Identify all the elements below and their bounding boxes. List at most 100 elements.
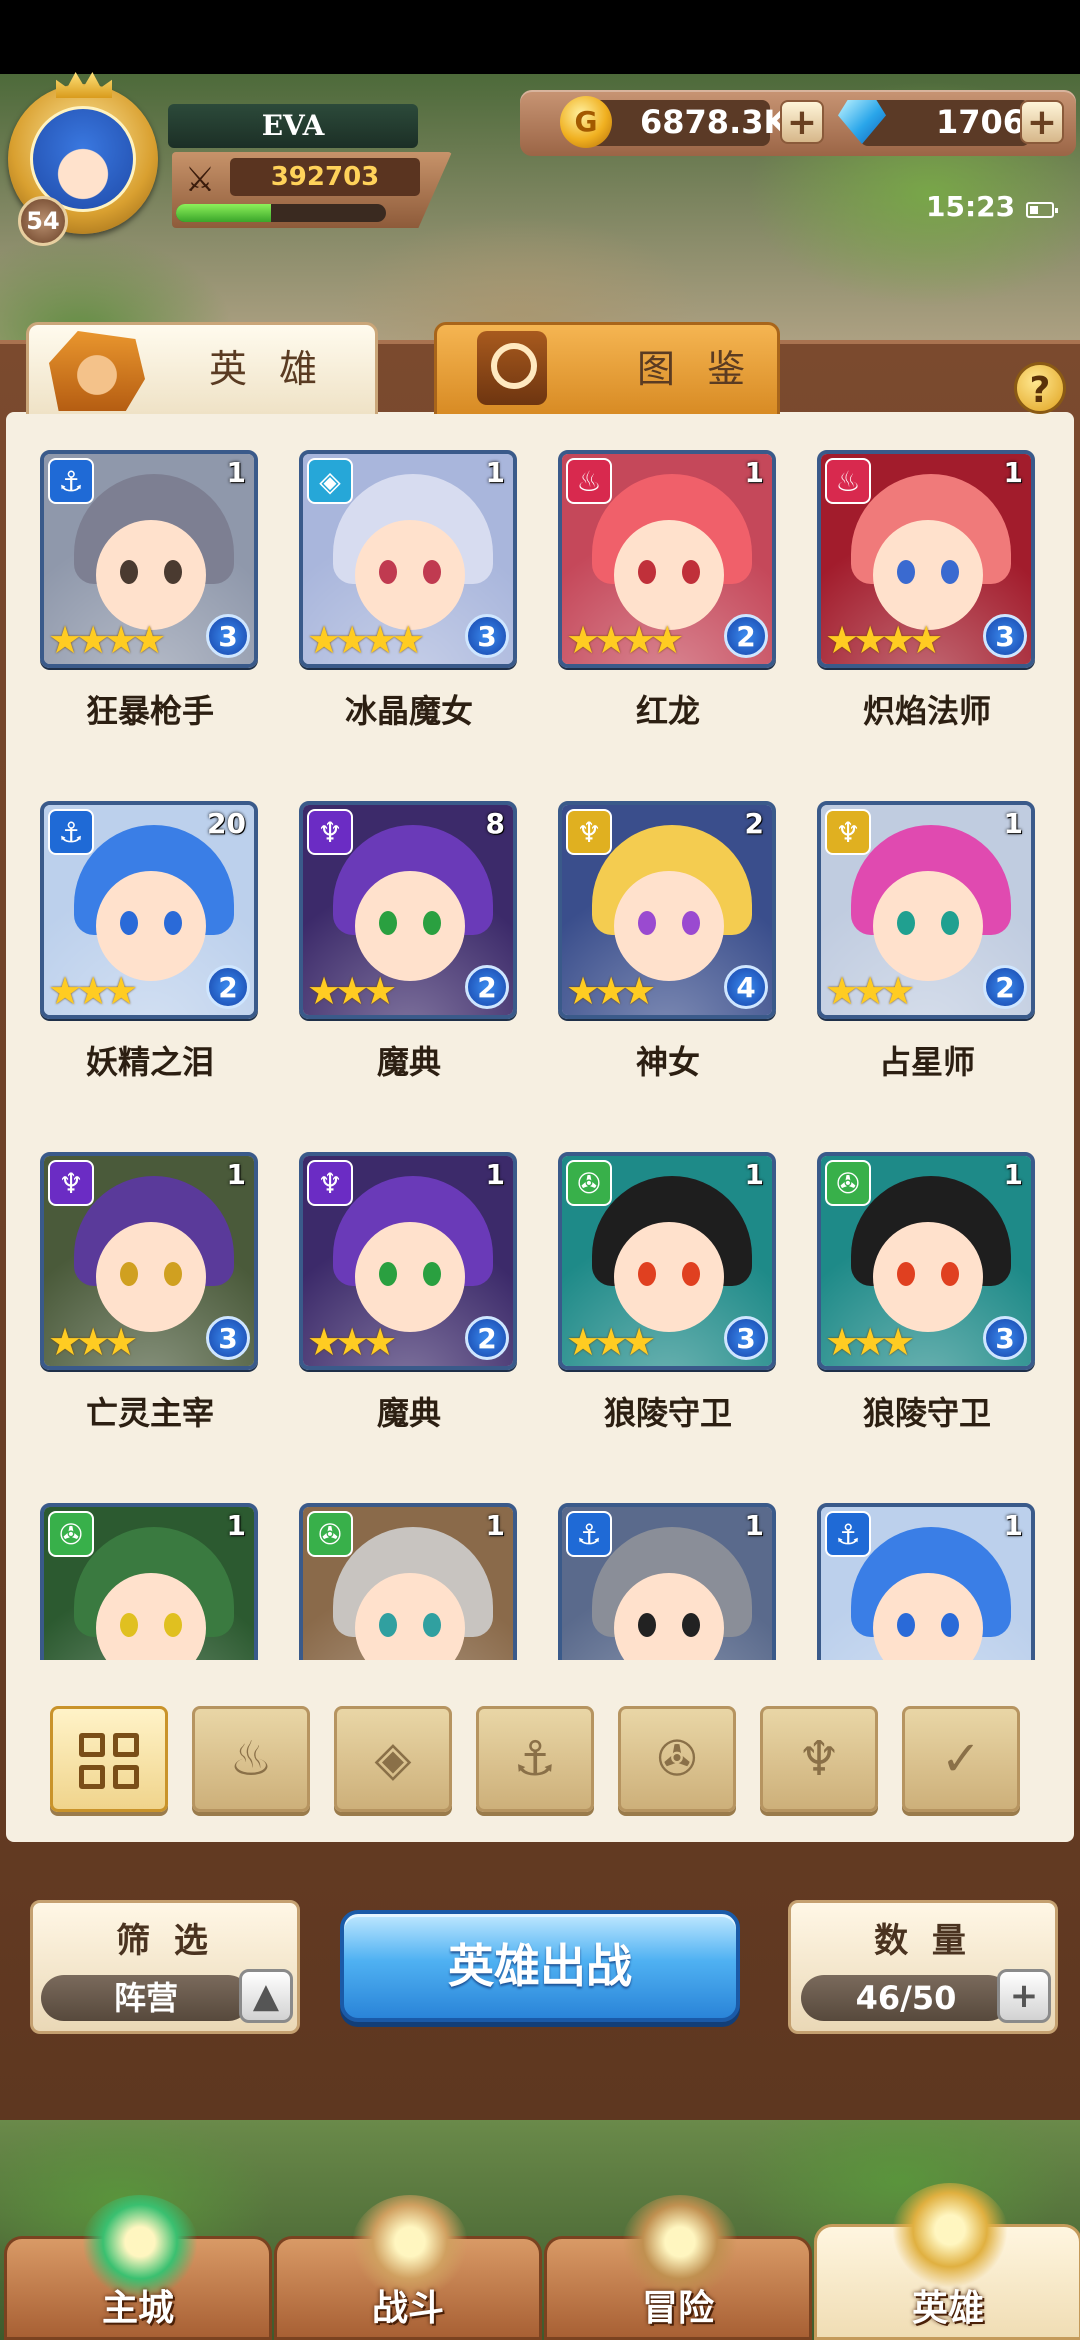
hero-face [873,1222,983,1332]
hero-eye [120,560,138,584]
hero-card-9[interactable]: ♆ 1 ★★★ 2 魔典 [265,1142,517,1462]
hero-stars: ★★★ [566,969,656,1013]
hero-card-12[interactable]: ✇ 1 [6,1493,258,1660]
tab-heroes-label: 英 雄 [209,347,328,391]
hero-card-6[interactable]: ♆ 2 ★★★ 4 神女 [524,791,776,1111]
nav-heroes[interactable]: 英雄 [814,2183,1080,2340]
bottom-nav: 主城 战斗 冒险 英雄 [0,2183,1080,2340]
hero-card-0[interactable]: ⚓ 1 ★★★★ 3 狂暴枪手 [6,440,258,760]
hero-card-4[interactable]: ⚓ 20 ★★★ 2 妖精之泪 [6,791,258,1111]
hero-helmet-icon [49,331,145,411]
hero-name: 神女 [635,1043,700,1081]
crossed-swords-icon: ⚔ [184,160,216,200]
hero-name: 魔典 [376,1043,441,1081]
filter-ice-faction-button[interactable]: ◈ [334,1706,452,1812]
faction-icon: ✇ [48,1511,94,1557]
hero-card-7[interactable]: ♆ 1 ★★★ 2 占星师 [783,791,1035,1111]
filter-all-grid-button[interactable] [50,1706,168,1812]
hero-card-13[interactable]: ✇ 1 [265,1493,517,1660]
hero-portrait-frame: ⚓ 1 [817,1503,1035,1660]
gold-coin-icon: G [560,96,612,148]
hero-eye [164,560,182,584]
hero-portrait-frame: ✇ 1 [299,1503,517,1660]
tab-codex-label: 图 鉴 [637,347,756,391]
hero-face [614,1222,724,1332]
hero-card-1[interactable]: ◈ 1 ★★★★ 3 冰晶魔女 [265,440,517,760]
hero-grid: ⚓ 1 ★★★★ 3 狂暴枪手 ◈ 1 ★★★★ 3 冰晶魔女 ♨ 1 ★★★★… [6,440,1074,1660]
hero-count-label: 1 [1003,1158,1023,1191]
filter-value[interactable]: 阵营 [41,1975,251,2021]
hero-card-8[interactable]: ♆ 1 ★★★ 3 亡灵主宰 [6,1142,258,1462]
deploy-heroes-button[interactable]: 英雄出战 [340,1910,740,2022]
count-box: 数 量 46/50 + [788,1900,1058,2034]
faction-icon: ♨ [825,458,871,504]
hero-count-label: 1 [485,456,505,489]
nav-adventure[interactable]: 冒险 [544,2195,812,2340]
hero-card-14[interactable]: ⚓ 1 [524,1493,776,1660]
hero-stars: ★★★ [48,1320,138,1364]
hero-card-2[interactable]: ♨ 1 ★★★★ 2 红龙 [524,440,776,760]
hero-eye [682,1262,700,1286]
filter-dark-faction-button[interactable]: ♆ [760,1706,878,1812]
hero-eye [120,1262,138,1286]
hero-stars: ★★★★ [566,618,684,662]
hero-stars: ★★★ [825,969,915,1013]
hero-count-label: 20 [207,807,246,840]
hero-card-11[interactable]: ✇ 1 ★★★ 3 狼陵守卫 [783,1142,1035,1462]
magnifier-icon [477,331,547,405]
filter-toggle-button[interactable]: ▲ [239,1969,293,2023]
faction-icon: ⚓ [48,809,94,855]
tab-codex[interactable]: 图 鉴 [434,322,780,414]
hero-face [355,1222,465,1332]
expand-slots-button[interactable]: + [997,1969,1051,2023]
add-gold-button[interactable]: + [780,100,824,144]
filter-light-faction-button[interactable]: ✓ [902,1706,1020,1812]
hero-eye [682,560,700,584]
hero-count-label: 1 [485,1158,505,1191]
hero-grade-badge: 2 [465,1316,509,1360]
hero-eye [164,1262,182,1286]
hero-eye [682,1613,700,1637]
hero-card-5[interactable]: ♆ 8 ★★★ 2 魔典 [265,791,517,1111]
filter-water-faction-button[interactable]: ⚓ [476,1706,594,1812]
hero-portrait-frame: ✇ 1 [40,1503,258,1660]
hero-count-label: 1 [226,1509,246,1542]
hero-count-label: 1 [1003,456,1023,489]
hero-name: 红龙 [635,692,700,730]
faction-filter-bar: ♨ ◈ ⚓ ✇ ♆ ✓ [50,1706,1040,1816]
water-faction-icon: ⚓ [513,1731,557,1787]
nav-label: 英雄 [911,2288,984,2329]
hero-stars: ★★★★ [48,618,166,662]
faction-icon: ♆ [307,809,353,855]
hero-portrait-frame: ♨ 1 ★★★★ 2 [558,450,776,668]
xp-bar-fill [176,204,271,222]
filter-title: 筛 选 [116,1921,214,1961]
hero-portrait-frame: ⚓ 1 [558,1503,776,1660]
hero-eye [638,911,656,935]
hero-eye [638,1262,656,1286]
hero-face [96,871,206,981]
hero-count-label: 1 [744,456,764,489]
hero-name: 占星师 [878,1043,975,1081]
player-power: 392703 [230,158,420,196]
hero-count-label: 2 [744,807,764,840]
hero-card-15[interactable]: ⚓ 1 [783,1493,1035,1660]
help-button[interactable]: ? [1014,362,1066,414]
hero-card-3[interactable]: ♨ 1 ★★★★ 3 炽焰法师 [783,440,1035,760]
nav-battle[interactable]: 战斗 [274,2195,542,2340]
tab-heroes[interactable]: 英 雄 [26,322,378,414]
xp-bar [176,204,386,222]
hero-card-10[interactable]: ✇ 1 ★★★ 3 狼陵守卫 [524,1142,776,1462]
hero-eye [164,1613,182,1637]
filter-fire-faction-button[interactable]: ♨ [192,1706,310,1812]
filter-nature-faction-button[interactable]: ✇ [618,1706,736,1812]
hero-eye [423,560,441,584]
hero-eye [941,911,959,935]
hero-eye [120,911,138,935]
nav-home[interactable]: 主城 [4,2195,272,2340]
hero-portrait-frame: ⚓ 20 ★★★ 2 [40,801,258,1019]
hero-name: 狼陵守卫 [862,1394,991,1432]
hero-grade-badge: 4 [724,965,768,1009]
faction-icon: ⚓ [48,458,94,504]
add-gems-button[interactable]: + [1020,100,1064,144]
